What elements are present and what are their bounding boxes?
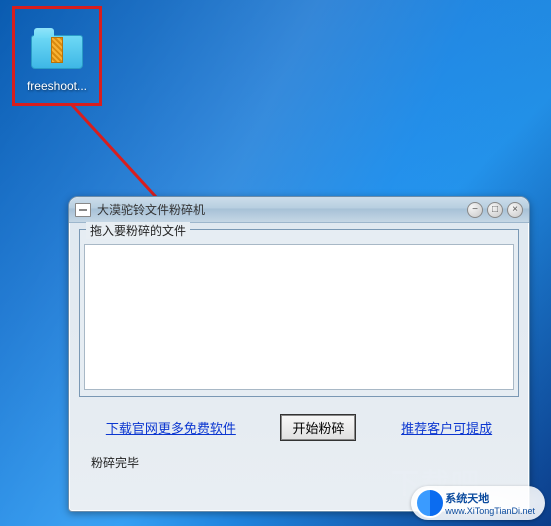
link-download-more[interactable]: 下载官网更多免费软件: [106, 418, 236, 437]
watermark-title: 系统天地: [445, 490, 535, 506]
maximize-button[interactable]: □: [487, 202, 503, 218]
link-recommend[interactable]: 推荐客户可提成: [401, 418, 492, 437]
drop-zone-label: 拖入要粉碎的文件: [86, 222, 190, 239]
minimize-button[interactable]: −: [467, 202, 483, 218]
watermark-url: www.XiTongTianDi.net: [445, 506, 535, 516]
desktop-icon-freeshoot[interactable]: freeshoot...: [12, 6, 102, 106]
watermark-logo: 系统天地 www.XiTongTianDi.net: [411, 486, 545, 520]
window-title: 大漠驼铃文件粉碎机: [97, 201, 467, 218]
drop-zone[interactable]: [84, 244, 514, 390]
desktop-icon-label: freeshoot...: [27, 79, 87, 93]
controls-row: 下载官网更多免费软件 开始粉碎 推荐客户可提成: [79, 397, 519, 450]
app-icon: [75, 203, 91, 217]
archive-folder-icon: [29, 23, 85, 73]
close-button[interactable]: ×: [507, 202, 523, 218]
start-shred-button[interactable]: 开始粉碎: [281, 415, 355, 440]
drop-zone-group: 拖入要粉碎的文件: [79, 229, 519, 397]
titlebar[interactable]: 大漠驼铃文件粉碎机 − □ ×: [69, 197, 529, 223]
